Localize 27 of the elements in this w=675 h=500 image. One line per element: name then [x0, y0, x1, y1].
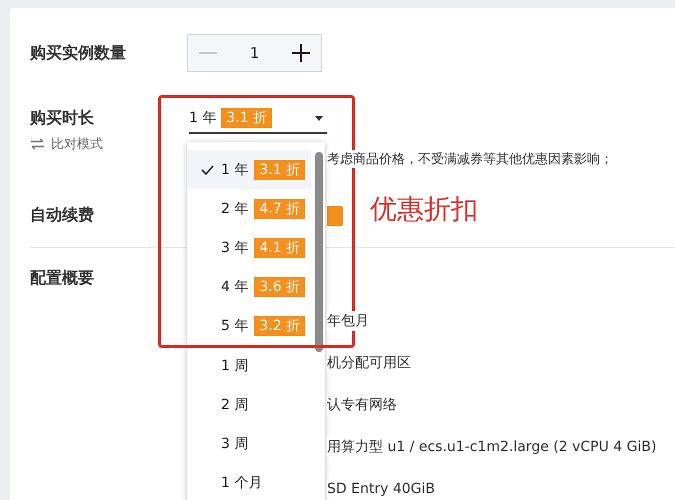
dropdown-option[interactable]: 1 周 [187, 346, 311, 386]
caret-icon [315, 116, 323, 120]
dropdown-option[interactable]: 1 年 3.1 折 [187, 150, 311, 190]
promo-tag [327, 206, 343, 226]
dropdown-option[interactable]: 1 个月 [187, 464, 311, 500]
duration-select[interactable]: 1 年 3.1 折 [189, 104, 327, 134]
dropdown-option[interactable]: 4 年 3.6 折 [187, 268, 311, 307]
dropdown-option[interactable]: 3 年 4.1 折 [187, 228, 311, 268]
field-label: 购买时长 [30, 108, 95, 129]
quantity-value: 1 [248, 44, 260, 62]
summary-value: SD Entry 40GiB [327, 479, 435, 499]
dropdown-option[interactable]: 2 年 4.7 折 [187, 189, 311, 228]
field-label: 配置概要 [30, 268, 95, 289]
plus-icon[interactable] [292, 44, 310, 62]
dropdown-option[interactable]: 2 周 [187, 385, 311, 424]
field-label: 自动续费 [30, 205, 95, 226]
dropdown-option[interactable]: 3 周 [187, 424, 311, 464]
summary-value: 年包月 [327, 311, 369, 331]
annotation-text: 优惠折扣 [370, 193, 478, 227]
swap-icon[interactable] [30, 138, 45, 150]
dropdown-option[interactable]: 5 年 3.2 折 [187, 306, 311, 346]
field-label: 购买实例数量 [30, 42, 127, 64]
scrollbar[interactable] [315, 152, 323, 352]
check-icon [200, 164, 214, 175]
summary-value: 用算力型 u1 / ecs.u1-c1m2.large (2 vCPU 4 GiB) [327, 437, 656, 457]
quantity-stepper[interactable]: 1 [187, 34, 322, 72]
compare-mode-link[interactable]: 比对模式 [51, 135, 103, 153]
